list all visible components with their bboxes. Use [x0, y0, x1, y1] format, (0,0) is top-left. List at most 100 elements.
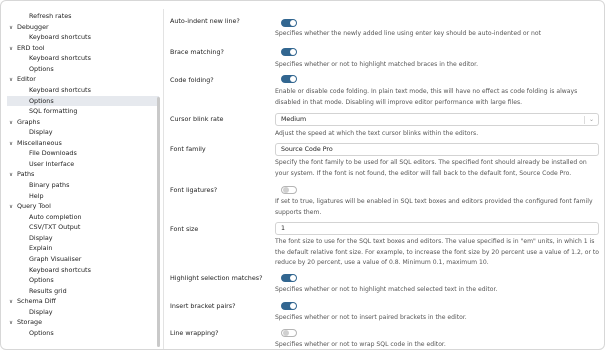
- tree-group-graphs[interactable]: ∨ Graphs: [7, 117, 159, 128]
- tree-item-label: Help: [29, 191, 44, 200]
- tree-scrollbar[interactable]: [157, 97, 160, 347]
- tree-item-sql-formatting[interactable]: SQL formatting: [7, 106, 159, 117]
- setting-description: Specifies whether the newly added line u…: [275, 30, 542, 37]
- tree-item-label: Schema Diff: [17, 297, 56, 306]
- preferences-tree: Refresh rates ∨ Debugger Keyboard shortcuts…: [7, 11, 159, 349]
- tree-item-label: Storage: [17, 318, 43, 327]
- tree-item-refresh-rates[interactable]: Refresh rates: [7, 11, 159, 22]
- tree-group-storage[interactable]: ∨ Storage: [7, 317, 159, 328]
- line-wrapping-toggle[interactable]: [281, 329, 297, 337]
- tree-item-label: Graphs: [17, 117, 40, 126]
- tree-item-label: Binary paths: [29, 181, 70, 189]
- setting-description: Adjust the speed at which the text curso…: [275, 130, 479, 137]
- auto-indent-toggle[interactable]: [281, 19, 297, 27]
- tree-item-label: Editor: [17, 75, 36, 84]
- tree-item-binary-paths[interactable]: Binary paths: [7, 180, 159, 191]
- tree-item-results-grid[interactable]: Results grid: [7, 286, 159, 297]
- tree-item-label: Results grid: [29, 286, 67, 295]
- setting-label: Code folding?: [170, 76, 214, 84]
- toggle-knob: [283, 330, 289, 336]
- tree-item-label: SQL formatting: [29, 107, 78, 116]
- tree-item-label: Paths: [17, 170, 35, 179]
- setting-description: Specify the font family to be used for a…: [275, 159, 587, 177]
- tree-group-debugger[interactable]: ∨ Debugger: [7, 22, 159, 33]
- tree-group-erd-tool[interactable]: ∨ ERD tool: [7, 43, 159, 54]
- setting-description: Specifies whether or not to insert paire…: [275, 314, 467, 321]
- highlight-selection-toggle[interactable]: [281, 274, 297, 282]
- tree-item-display[interactable]: Display: [7, 233, 159, 244]
- tree-item-keyboard-shortcuts[interactable]: Keyboard shortcuts: [7, 265, 159, 276]
- tree-item-label: Keyboard shortcuts: [29, 54, 91, 63]
- cursor-blink-rate-select[interactable]: Medium ⌄: [275, 113, 599, 126]
- tree-item-label: Graph Visualiser: [29, 254, 82, 263]
- tree-item-label: Display: [29, 128, 53, 137]
- tree-item-label: Refresh rates: [29, 12, 72, 20]
- toggle-knob: [290, 76, 296, 82]
- tree-group-miscellaneous[interactable]: ∨ Miscellaneous: [7, 138, 159, 149]
- tree-item-label: Options: [29, 96, 54, 105]
- chevron-down-icon: ⌄: [588, 116, 594, 123]
- tree-item-keyboard-shortcuts[interactable]: Keyboard shortcuts: [7, 85, 159, 96]
- tree-group-query-tool[interactable]: ∨ Query Tool: [7, 201, 159, 212]
- tree-item-auto-completion[interactable]: Auto completion: [7, 212, 159, 223]
- setting-label: Insert bracket pairs?: [170, 302, 236, 310]
- tree-item-options[interactable]: Options: [7, 95, 159, 107]
- select-value: Medium: [281, 116, 307, 123]
- insert-bracket-pairs-toggle[interactable]: [281, 302, 297, 310]
- tree-item-graph-visualiser[interactable]: Graph Visualiser: [7, 254, 159, 265]
- setting-label: Brace matching?: [170, 48, 224, 56]
- toggle-knob: [283, 187, 289, 193]
- tree-group-schema-diff[interactable]: ∨ Schema Diff: [7, 296, 159, 307]
- tree-item-keyboard-shortcuts[interactable]: Keyboard shortcuts: [7, 32, 159, 43]
- tree-item-options[interactable]: Options: [7, 64, 159, 75]
- tree-item-help[interactable]: Help: [7, 191, 159, 202]
- tree-item-display[interactable]: Display: [7, 307, 159, 318]
- font-family-input[interactable]: Source Code Pro: [275, 143, 599, 156]
- tree-item-options[interactable]: Options: [7, 275, 159, 286]
- tree-item-label: Options: [29, 328, 54, 337]
- tree-item-csv-txt-output[interactable]: CSV/TXT Output: [7, 222, 159, 233]
- tree-item-label: Query Tool: [17, 202, 51, 211]
- code-folding-toggle[interactable]: [281, 75, 297, 83]
- tree-item-keyboard-shortcuts[interactable]: Keyboard shortcuts: [7, 53, 159, 64]
- select-separator: [584, 116, 585, 124]
- tree-item-display[interactable]: Display: [7, 127, 159, 138]
- setting-description: Specifies whether or not to wrap SQL cod…: [275, 341, 446, 348]
- tree-item-file-downloads[interactable]: File Downloads: [7, 148, 159, 159]
- setting-label: Font family: [170, 145, 206, 153]
- tree-item-label: Options: [29, 276, 54, 285]
- setting-label: Font size: [170, 225, 199, 233]
- setting-description: The font size to use for the SQL text bo…: [275, 238, 599, 266]
- tree-item-label: Display: [29, 307, 53, 316]
- toggle-knob: [290, 275, 296, 281]
- setting-label: Font ligatures?: [170, 186, 218, 194]
- tree-item-label: Debugger: [17, 22, 49, 31]
- tree-item-label: Keyboard shortcuts: [29, 33, 91, 42]
- tree-item-label: Options: [29, 64, 54, 73]
- font-ligatures-toggle[interactable]: [281, 186, 297, 194]
- input-value: Source Code Pro: [281, 146, 333, 153]
- tree-item-explain[interactable]: Explain: [7, 243, 159, 254]
- tree-item-label: Auto completion: [29, 212, 82, 221]
- tree-item-user-interface[interactable]: User Interface: [7, 159, 159, 170]
- tree-item-label: Explain: [29, 244, 53, 253]
- tree-group-paths[interactable]: ∨ Paths: [7, 169, 159, 180]
- font-size-input[interactable]: 1: [275, 222, 599, 235]
- tree-item-options[interactable]: Options: [7, 328, 159, 339]
- input-value: 1: [281, 225, 286, 232]
- tree-item-label: ERD tool: [17, 43, 45, 52]
- setting-description: Specifies whether or not to highlight ma…: [275, 61, 479, 68]
- preferences-window: Refresh rates ∨ Debugger Keyboard shortcuts…: [0, 0, 605, 350]
- toggle-knob: [290, 303, 296, 309]
- brace-matching-toggle[interactable]: [281, 48, 297, 56]
- setting-label: Highlight selection matches?: [170, 274, 263, 282]
- setting-description: Specifies whether or not to highlight ma…: [275, 286, 498, 293]
- tree-item-label: Miscellaneous: [17, 138, 62, 147]
- toggle-knob: [290, 20, 296, 26]
- setting-label: Cursor blink rate: [170, 115, 224, 123]
- tree-group-editor[interactable]: ∨ Editor: [7, 74, 159, 85]
- setting-description: If set to true, ligatures will be enable…: [275, 198, 593, 216]
- tree-item-label: File Downloads: [29, 149, 77, 158]
- tree-item-label: Display: [29, 233, 53, 242]
- tree-item-label: User Interface: [29, 159, 75, 168]
